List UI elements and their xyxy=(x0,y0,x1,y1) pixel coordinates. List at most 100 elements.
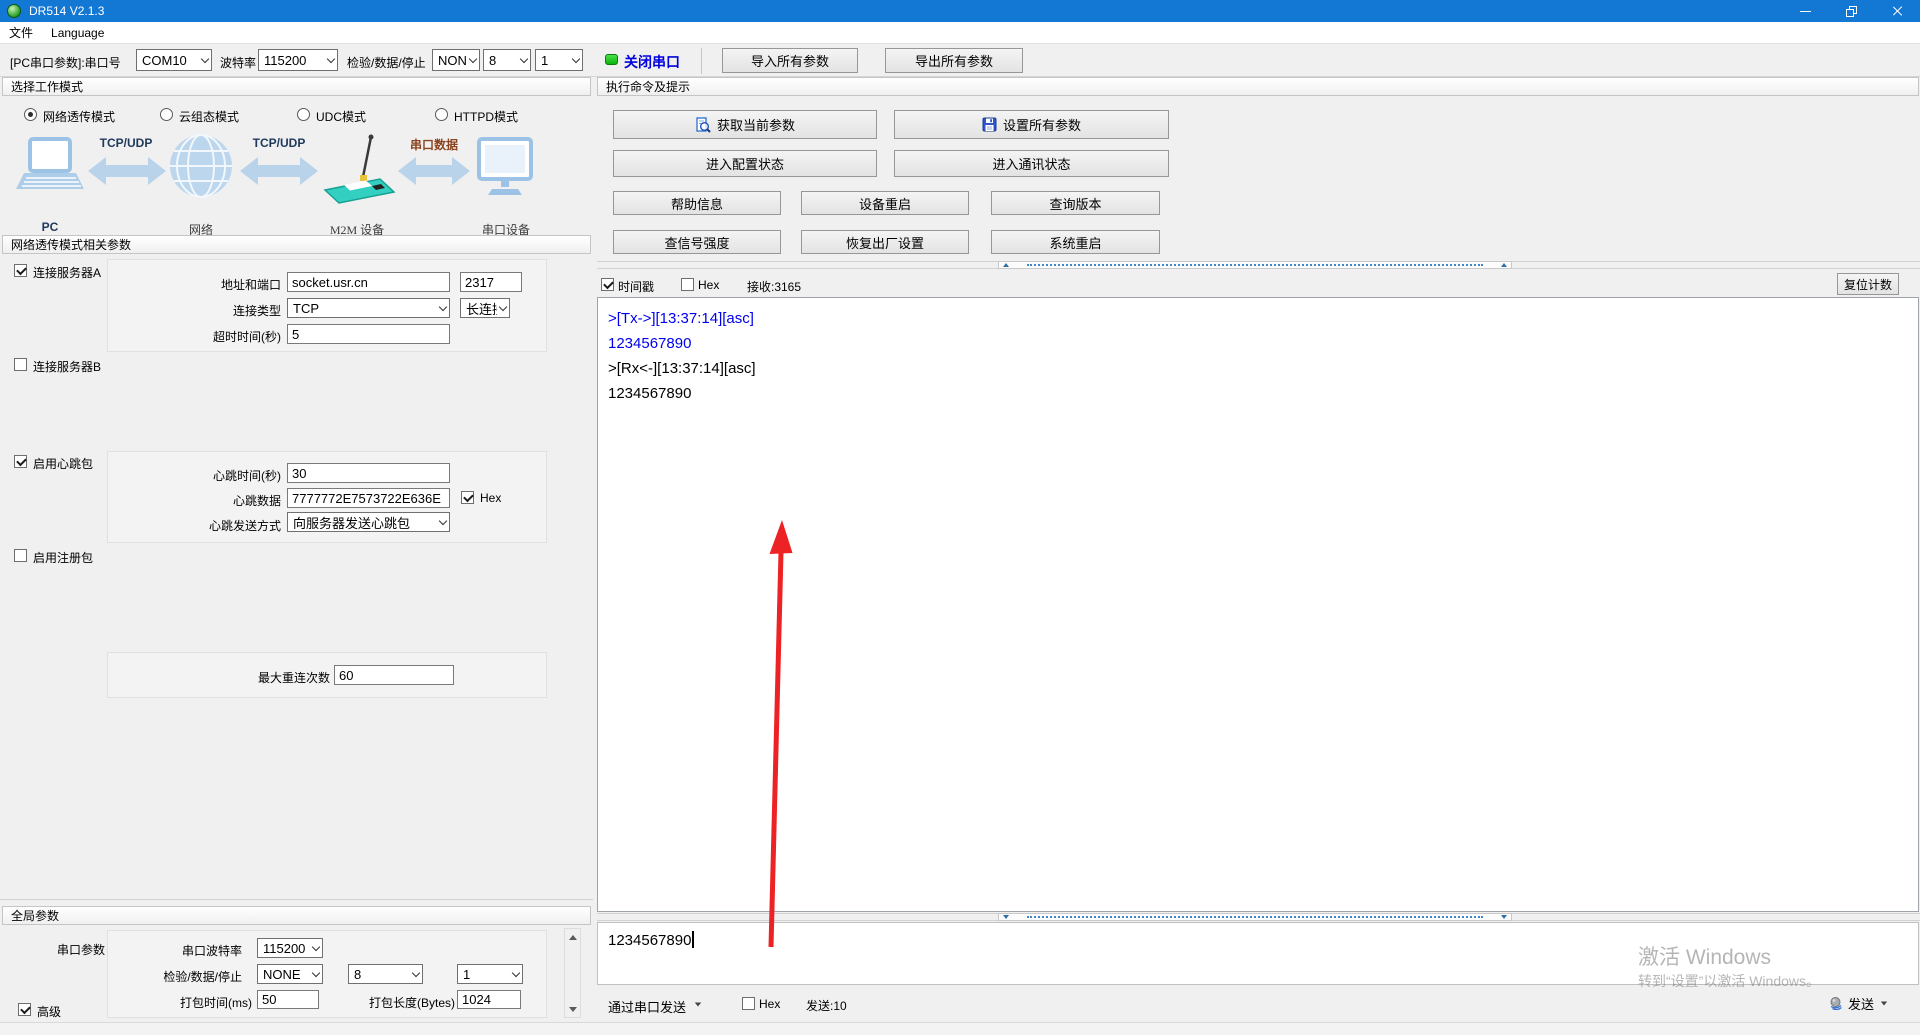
radio-udc-mode[interactable] xyxy=(297,108,310,121)
chevron-down-icon xyxy=(499,302,507,310)
conn-type-select[interactable]: TCP xyxy=(287,298,450,318)
timeout-input[interactable] xyxy=(287,324,450,344)
dropdown-arrow-icon[interactable] xyxy=(695,1003,701,1007)
serial-databits-select[interactable]: 8 xyxy=(348,964,423,984)
stopbits-select[interactable]: 1 xyxy=(535,49,583,71)
parity-select[interactable]: NONI xyxy=(432,49,480,71)
packlen-input[interactable] xyxy=(457,990,521,1009)
heartbeat-label[interactable]: 启用心跳包 xyxy=(33,455,93,472)
left-splitter[interactable] xyxy=(0,899,593,900)
activate-windows-watermark: 激活 Windows xyxy=(1638,941,1771,971)
log-line: 1234567890 xyxy=(608,331,1908,356)
send-hex-label[interactable]: Hex xyxy=(759,997,780,1011)
server-a-address-input[interactable] xyxy=(287,272,450,292)
menu-file[interactable]: 文件 xyxy=(0,22,42,43)
heartbeat-hex-checkbox[interactable] xyxy=(461,491,474,504)
serial-line-label: 检验/数据/停止 xyxy=(122,968,242,985)
radio-net-transparent-mode[interactable] xyxy=(24,108,37,121)
chevron-down-icon xyxy=(312,968,320,976)
pc-serial-label: [PC串口参数]:串口号 xyxy=(10,54,121,71)
log-hex-label[interactable]: Hex xyxy=(698,278,719,292)
serial-stopbits-select[interactable]: 1 xyxy=(457,964,523,984)
title-bar: DR514 V2.1.3 xyxy=(0,0,1920,22)
app-window: DR514 V2.1.3 文件 Language [PC串口参数]:串口号 CO… xyxy=(0,0,1920,1035)
query-version-button[interactable]: 查询版本 xyxy=(991,191,1160,215)
enter-config-button[interactable]: 进入配置状态 xyxy=(613,150,877,177)
global-scrollbar[interactable] xyxy=(564,928,581,1018)
system-restart-button[interactable]: 系统重启 xyxy=(991,230,1160,254)
serial-parity-select[interactable]: NONE xyxy=(257,964,323,984)
send-button[interactable]: 发送 xyxy=(1829,992,1909,1014)
timestamp-label[interactable]: 时间戳 xyxy=(618,278,654,295)
commands-header: 执行命令及提示 xyxy=(597,77,1919,96)
heartbeat-hex-label[interactable]: Hex xyxy=(480,491,501,505)
close-button[interactable] xyxy=(1874,0,1920,22)
server-a-port-input[interactable] xyxy=(460,272,522,292)
chevron-down-icon xyxy=(327,54,335,62)
link-tcp-udp-label-2: TCP/UDP xyxy=(243,136,315,150)
com-port-select[interactable]: COM10 xyxy=(136,49,212,71)
export-params-button[interactable]: 导出所有参数 xyxy=(885,48,1023,73)
serial-baud-select[interactable]: 115200 xyxy=(257,938,323,958)
radio-cloud-mode[interactable] xyxy=(160,108,173,121)
sent-count: 发送:10 xyxy=(806,997,847,1014)
server-b-checkbox[interactable] xyxy=(14,358,27,371)
collapse-up-icon xyxy=(1501,263,1507,267)
restore-button[interactable] xyxy=(1828,0,1874,22)
radio-udc-label[interactable]: UDC模式 xyxy=(316,108,366,125)
timeout-label: 超时时间(秒) xyxy=(143,328,281,345)
chevron-down-icon xyxy=(201,54,209,62)
reconnect-input[interactable] xyxy=(334,665,454,685)
heartbeat-time-input[interactable] xyxy=(287,463,450,483)
send-via-dropdown[interactable]: 通过串口发送 xyxy=(608,997,686,1016)
factory-reset-button[interactable]: 恢复出厂设置 xyxy=(801,230,969,254)
app-icon xyxy=(7,4,21,18)
set-params-button[interactable]: 设置所有参数 xyxy=(894,110,1169,139)
reset-count-button[interactable]: 复位计数 xyxy=(1837,273,1899,295)
signal-strength-button[interactable]: 查信号强度 xyxy=(613,230,781,254)
baud-select[interactable]: 115200 xyxy=(258,49,338,71)
heartbeat-checkbox[interactable] xyxy=(14,455,27,468)
close-port-button[interactable]: 关闭串口 xyxy=(624,52,680,72)
serial-params-label: 串口参数 xyxy=(40,941,105,958)
radio-net-transparent-label[interactable]: 网络透传模式 xyxy=(43,108,115,125)
help-info-button[interactable]: 帮助信息 xyxy=(613,191,781,215)
register-checkbox[interactable] xyxy=(14,549,27,562)
menu-language[interactable]: Language xyxy=(42,22,113,43)
register-label[interactable]: 启用注册包 xyxy=(33,549,93,566)
advanced-label[interactable]: 高级 xyxy=(37,1003,61,1020)
heartbeat-mode-select[interactable]: 向服务器发送心跳包 xyxy=(287,512,450,532)
enter-comm-button[interactable]: 进入通讯状态 xyxy=(894,150,1169,177)
port-open-led-icon xyxy=(605,54,618,65)
radio-httpd-label[interactable]: HTTPD模式 xyxy=(454,108,518,125)
advanced-checkbox[interactable] xyxy=(18,1003,31,1016)
serial-device-monitor-icon xyxy=(479,139,531,195)
keepalive-select[interactable]: 长连接 xyxy=(460,298,510,318)
server-a-checkbox[interactable] xyxy=(14,264,27,277)
device-restart-button[interactable]: 设备重启 xyxy=(801,191,969,215)
serial-baud-label: 串口波特率 xyxy=(142,942,242,959)
radio-httpd-mode[interactable] xyxy=(435,108,448,121)
log-output-area[interactable]: >[Tx->][13:37:14][asc] 1234567890 >[Rx<-… xyxy=(597,297,1919,912)
timestamp-checkbox[interactable] xyxy=(601,278,614,291)
arrow-left-right-icon xyxy=(398,157,470,185)
chevron-down-icon xyxy=(469,54,477,62)
import-params-button[interactable]: 导入所有参数 xyxy=(722,48,858,73)
chevron-down-icon xyxy=(512,968,520,976)
minimize-button[interactable] xyxy=(1782,0,1828,22)
chevron-down-icon xyxy=(439,302,447,310)
scroll-down-button[interactable] xyxy=(565,1001,580,1017)
log-splitter-handle[interactable] xyxy=(998,261,1512,269)
packtime-input[interactable] xyxy=(257,990,319,1009)
databits-select[interactable]: 8 xyxy=(483,49,531,71)
server-a-label[interactable]: 连接服务器A xyxy=(33,264,101,281)
scroll-up-button[interactable] xyxy=(565,929,580,945)
collapse-down-icon xyxy=(1501,915,1507,919)
get-params-button[interactable]: 获取当前参数 xyxy=(613,110,877,139)
radio-cloud-label[interactable]: 云组态模式 xyxy=(179,108,239,125)
server-b-label[interactable]: 连接服务器B xyxy=(33,358,101,375)
send-splitter-handle[interactable] xyxy=(998,913,1512,921)
send-hex-checkbox[interactable] xyxy=(742,997,755,1010)
heartbeat-data-input[interactable] xyxy=(287,488,450,508)
log-hex-checkbox[interactable] xyxy=(681,278,694,291)
